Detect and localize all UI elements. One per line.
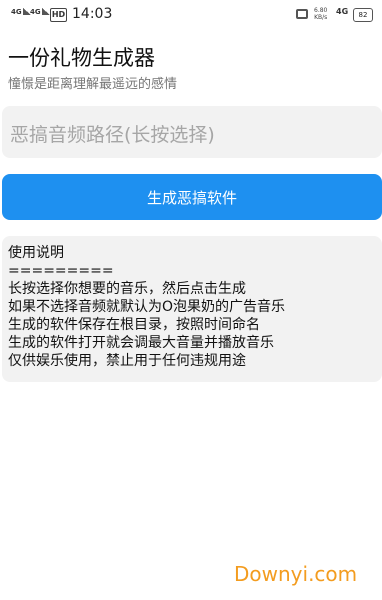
instructions-panel: 使用说明 ========= 长按选择你想要的音乐，然后点击生成 如果不选择音频…: [2, 236, 382, 382]
network-speed: 6.80 KB/s: [314, 7, 327, 21]
app-subtitle: 憧憬是距离理解最遥远的感情: [8, 77, 178, 92]
instructions-line: 长按选择你想要的音乐，然后点击生成: [8, 281, 246, 297]
instructions-line: 生成的软件打开就会调最大音量并播放音乐: [8, 335, 274, 351]
instructions-heading: 使用说明: [8, 245, 64, 261]
network-speed-value: 6.80: [314, 7, 328, 14]
watermark-logo: Downyi.com: [234, 562, 358, 586]
hd-voice-icon: HD: [50, 8, 67, 22]
generate-button-label: 生成恶搞软件: [146, 188, 237, 207]
generate-button[interactable]: 生成恶搞软件: [2, 174, 382, 220]
audio-path-input[interactable]: 恶搞音频路径(长按选择): [2, 106, 382, 158]
instructions-line: 如果不选择音频就默认为O泡果奶的广告音乐: [8, 299, 286, 315]
network-4g-icon: 4G: [336, 7, 349, 16]
sim1-signal-icon: 4G: [11, 8, 31, 16]
app-title: 一份礼物生成器: [8, 46, 155, 70]
vibrate-icon: [296, 9, 308, 19]
instructions-line: 生成的软件保存在根目录，按照时间命名: [8, 317, 260, 333]
audio-path-placeholder: 恶搞音频路径(长按选择): [10, 124, 215, 146]
battery-icon: 82: [353, 8, 373, 22]
network-speed-unit: KB/s: [314, 14, 328, 21]
status-time: 14:03: [72, 6, 113, 22]
instructions-line: 仅供娱乐使用，禁止用于任何违规用途: [8, 353, 246, 369]
sim2-signal-icon: 4G: [30, 8, 50, 16]
status-bar: 4G 4G HD 14:03 6.80 KB/s 4G 82: [0, 0, 382, 30]
instructions-divider: =========: [8, 263, 114, 279]
